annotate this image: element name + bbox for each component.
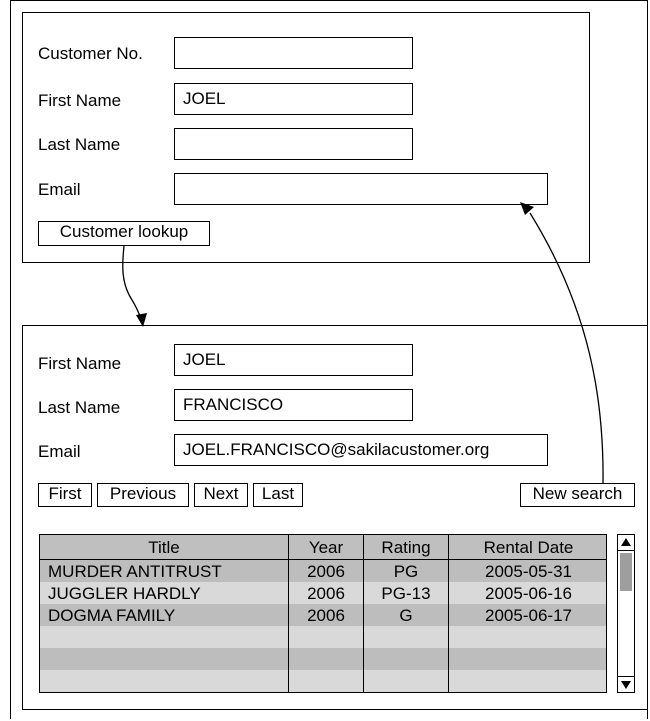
arrowhead-down-icon bbox=[136, 313, 147, 327]
lookup-to-result-arrow bbox=[122, 245, 142, 319]
new-search-to-lookup-arrow bbox=[529, 212, 604, 484]
arrowhead-up-icon bbox=[520, 202, 534, 215]
flow-arrows bbox=[122, 202, 604, 484]
